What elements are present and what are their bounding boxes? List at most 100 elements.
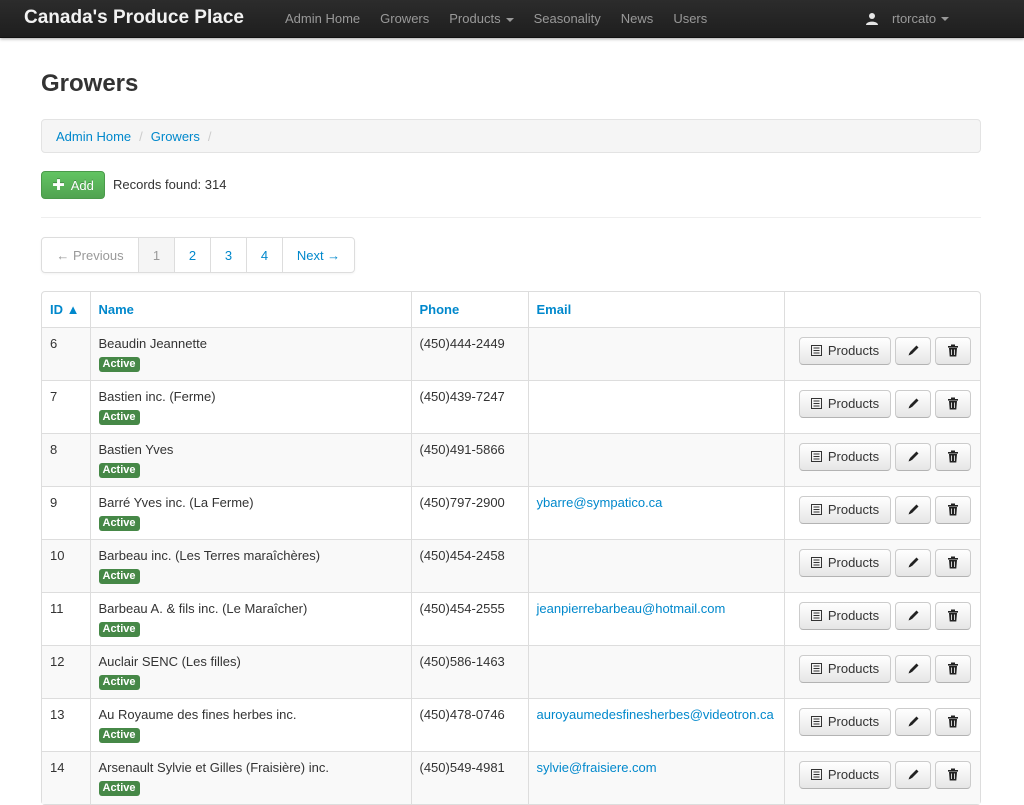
add-grower-button[interactable]: ✚ Add (41, 171, 105, 199)
products-button[interactable]: Products (799, 654, 891, 683)
edit-button[interactable] (895, 548, 931, 577)
table-row: 10 Barbeau inc. (Les Terres maraîchères) A… (42, 538, 980, 592)
delete-button[interactable] (935, 389, 971, 418)
cell-email: auroyaumedesfinesherbes@videotron.ca (527, 697, 784, 751)
status-badge: Active (98, 621, 140, 637)
cell-phone: (450)439-7247 (410, 379, 528, 433)
nav-products-dropdown[interactable]: Products (449, 11, 514, 26)
page-title: Growers (41, 70, 139, 97)
breadcrumb-growers[interactable]: Growers (151, 129, 200, 144)
products-button[interactable]: Products (799, 495, 891, 524)
cell-id: 13 (42, 697, 90, 751)
pencil-icon (908, 716, 918, 727)
list-icon (810, 663, 822, 674)
products-button[interactable]: Products (799, 442, 891, 471)
list-icon (810, 504, 822, 515)
cell-phone: (450)444-2449 (410, 326, 528, 380)
pagination-page-2[interactable]: 2 (174, 238, 210, 272)
delete-button[interactable] (935, 707, 971, 736)
nav-seasonality[interactable]: Seasonality (534, 11, 601, 26)
trash-icon (948, 450, 958, 463)
trash-icon (948, 503, 958, 516)
edit-button[interactable] (895, 760, 931, 789)
grower-name: Bastien inc. (Ferme) (98, 388, 216, 404)
email-link[interactable]: ybarre@sympatico.ca (537, 495, 663, 510)
breadcrumb: Admin Home / Growers / (41, 119, 981, 153)
products-button[interactable]: Products (799, 336, 891, 365)
products-button[interactable]: Products (799, 389, 891, 418)
user-menu[interactable]: rtorcato (865, 11, 950, 26)
edit-button[interactable] (895, 707, 931, 736)
pagination-previous[interactable]: ← Previous (42, 238, 138, 272)
nav-news[interactable]: News (621, 11, 654, 26)
edit-button[interactable] (895, 495, 931, 524)
cell-email: jeanpierrebarbeau@hotmail.com (527, 591, 784, 645)
cell-phone: (450)549-4981 (410, 750, 528, 804)
top-navbar: Canada's Produce Place Admin Home Grower… (0, 0, 1024, 38)
cell-actions: Products (783, 644, 980, 698)
delete-button[interactable] (935, 495, 971, 524)
nav-admin-home[interactable]: Admin Home (285, 11, 360, 26)
delete-button[interactable] (935, 601, 971, 630)
pagination-next[interactable]: Next → (282, 238, 354, 272)
cell-email: ybarre@sympatico.ca (527, 485, 784, 539)
nav-growers[interactable]: Growers (380, 11, 429, 26)
email-link[interactable]: auroyaumedesfinesherbes@videotron.ca (537, 707, 774, 722)
cell-name: Barré Yves inc. (La Ferme) Active (89, 485, 411, 539)
row-actions: Products (793, 495, 973, 524)
products-button-label: Products (827, 608, 880, 623)
products-button[interactable]: Products (799, 601, 891, 630)
table-row: 7 Bastien inc. (Ferme) Active (450)439-7247… (42, 379, 980, 433)
cell-phone: (450)491-5866 (410, 432, 528, 486)
row-actions: Products (793, 389, 973, 418)
nav-users[interactable]: Users (673, 11, 707, 26)
brand-logo[interactable]: Canada's Produce Place (24, 7, 244, 29)
cell-actions: Products (783, 432, 980, 486)
caret-down-icon (941, 16, 950, 21)
plus-icon: ✚ (52, 177, 65, 194)
trash-icon (948, 397, 958, 410)
products-button-label: Products (827, 343, 880, 358)
cell-name: Barbeau inc. (Les Terres maraîchères) Act… (89, 538, 411, 592)
delete-button[interactable] (935, 336, 971, 365)
email-link[interactable]: jeanpierrebarbeau@hotmail.com (537, 601, 726, 616)
pagination-page-1[interactable]: 1 (138, 238, 174, 272)
products-button[interactable]: Products (799, 548, 891, 577)
column-header-id[interactable]: ID ▲ (42, 292, 90, 327)
cell-name: Beaudin Jeannette Active (89, 326, 411, 380)
main-nav: Admin Home Growers Products Seasonality … (285, 11, 727, 26)
delete-button[interactable] (935, 654, 971, 683)
pagination-page-3[interactable]: 3 (210, 238, 246, 272)
column-header-name[interactable]: Name (89, 292, 411, 327)
grower-name: Beaudin Jeannette (98, 335, 207, 351)
edit-button[interactable] (895, 601, 931, 630)
breadcrumb-admin-home[interactable]: Admin Home (56, 129, 131, 144)
delete-button[interactable] (935, 442, 971, 471)
column-header-phone[interactable]: Phone (410, 292, 528, 327)
email-link[interactable]: sylvie@fraisiere.com (537, 760, 657, 775)
cell-id: 14 (42, 750, 90, 804)
row-actions: Products (793, 707, 973, 736)
cell-name: Bastien inc. (Ferme) Active (89, 379, 411, 433)
cell-actions: Products (783, 591, 980, 645)
pencil-icon (908, 504, 918, 515)
products-button[interactable]: Products (799, 707, 891, 736)
table-row: 6 Beaudin Jeannette Active (450)444-2449 Pro… (42, 326, 980, 380)
list-icon (810, 557, 822, 568)
products-button[interactable]: Products (799, 760, 891, 789)
edit-button[interactable] (895, 336, 931, 365)
pencil-icon (908, 769, 918, 780)
pagination-page-4[interactable]: 4 (246, 238, 282, 272)
edit-button[interactable] (895, 442, 931, 471)
pencil-icon (908, 451, 918, 462)
status-badge: Active (98, 727, 140, 743)
column-header-email[interactable]: Email (527, 292, 784, 327)
pencil-icon (908, 663, 918, 674)
delete-button[interactable] (935, 760, 971, 789)
delete-button[interactable] (935, 548, 971, 577)
edit-button[interactable] (895, 654, 931, 683)
cell-email (527, 432, 784, 486)
cell-email (527, 644, 784, 698)
table-row: 11 Barbeau A. & fils inc. (Le Maraîcher) A… (42, 591, 980, 645)
edit-button[interactable] (895, 389, 931, 418)
